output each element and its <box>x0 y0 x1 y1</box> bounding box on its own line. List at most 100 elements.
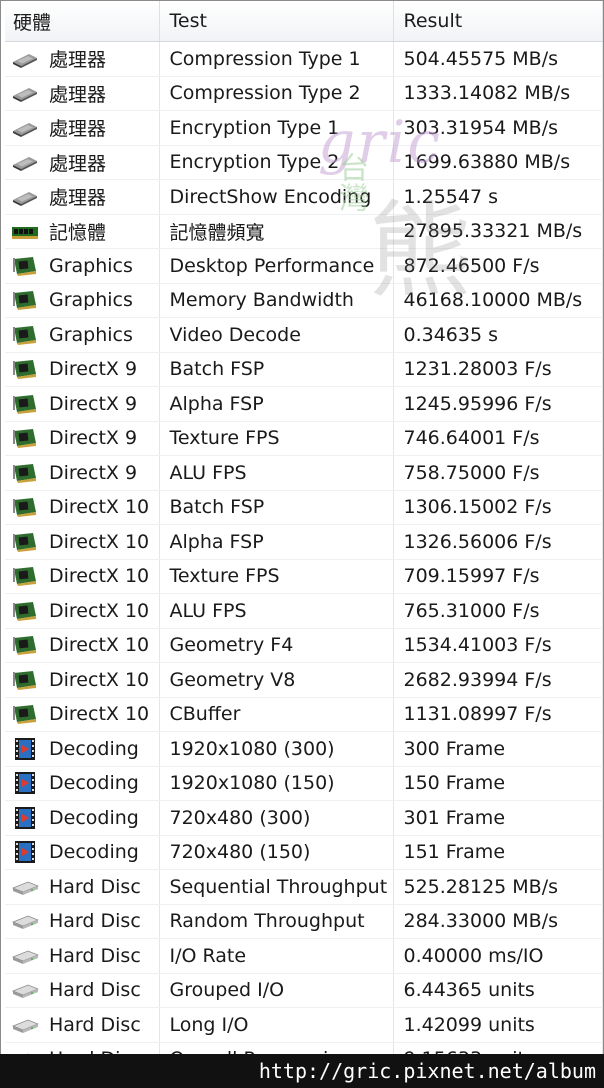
table-row[interactable]: Hard Disc Random Throughput 284.33000 MB/s <box>5 904 603 939</box>
table-row[interactable]: DirectX 10 Geometry F4 1534.41003 F/s <box>5 628 603 663</box>
hardware-label: Decoding <box>49 772 139 795</box>
hardware-cell: DirectX 9 <box>5 421 160 456</box>
cpu-icon <box>11 116 39 140</box>
column-header-result[interactable]: Result <box>393 1 603 42</box>
hardware-label: DirectX 10 <box>49 496 150 519</box>
hardware-label: Hard Disc <box>49 979 141 1002</box>
table-row[interactable]: 處理器 Encryption Type 2 1699.63880 MB/s <box>5 145 603 180</box>
result-cell: 1306.15002 F/s <box>393 490 603 525</box>
table-row[interactable]: DirectX 10 Alpha FSP 1326.56006 F/s <box>5 524 603 560</box>
video-film-icon <box>11 737 39 761</box>
video-film-icon <box>11 771 39 795</box>
table-row[interactable]: Decoding 1920x1080 (150) 150 Frame <box>5 766 603 801</box>
table-row[interactable]: Decoding 720x480 (150) 151 Frame <box>5 835 603 870</box>
result-cell: 301 Frame <box>393 800 603 836</box>
test-cell: DirectShow Encoding <box>159 179 394 215</box>
test-cell: 720x480 (150) <box>159 835 394 870</box>
header-row: 硬體 Test Result <box>5 1 603 42</box>
benchmark-results-window: 硬體 Test Result 處理器 Compression Type 1 504.… <box>0 0 604 1088</box>
hardware-cell: Graphics <box>5 317 160 353</box>
table-row[interactable]: DirectX 9 Alpha FSP 1245.95996 F/s <box>5 386 603 422</box>
table-row[interactable]: Graphics Desktop Performance 872.46500 F/s <box>5 248 603 284</box>
hardware-cell: 處理器 <box>5 110 160 146</box>
cpu-icon <box>11 47 39 71</box>
column-header-test[interactable]: Test <box>159 1 394 42</box>
table-row[interactable]: DirectX 9 Texture FPS 746.64001 F/s <box>5 421 603 456</box>
test-cell: ALU FPS <box>159 593 394 629</box>
hardware-label: Hard Disc <box>49 875 141 898</box>
table-row[interactable]: DirectX 10 ALU FPS 765.31000 F/s <box>5 593 603 629</box>
result-cell: 150 Frame <box>393 766 603 801</box>
hard-disk-icon <box>11 944 39 968</box>
table-row[interactable]: DirectX 9 ALU FPS 758.75000 F/s <box>5 455 603 491</box>
hardware-cell: DirectX 9 <box>5 386 160 422</box>
hardware-cell: 處理器 <box>5 76 160 111</box>
test-cell: 1920x1080 (300) <box>159 731 394 767</box>
table-row[interactable]: DirectX 10 CBuffer 1131.08997 F/s <box>5 697 603 732</box>
result-cell: 872.46500 F/s <box>393 248 603 284</box>
test-cell: Texture FPS <box>159 421 394 456</box>
table-row[interactable]: 處理器 Encryption Type 1 303.31954 MB/s <box>5 110 603 146</box>
result-cell: 2682.93994 F/s <box>393 662 603 698</box>
hardware-label: DirectX 10 <box>49 599 150 622</box>
table-row[interactable]: DirectX 10 Batch FSP 1306.15002 F/s <box>5 490 603 525</box>
column-header-hardware[interactable]: 硬體 <box>5 1 160 42</box>
result-cell: 709.15997 F/s <box>393 559 603 594</box>
result-cell: 1.25547 s <box>393 179 603 215</box>
table-row[interactable]: Hard Disc Long I/O 1.42099 units <box>5 1007 603 1043</box>
table-row[interactable]: Decoding 720x480 (300) 301 Frame <box>5 800 603 836</box>
graphics-card-icon <box>11 288 39 312</box>
result-cell: 151 Frame <box>393 835 603 870</box>
test-cell: Geometry F4 <box>159 628 394 663</box>
result-cell: 303.31954 MB/s <box>393 110 603 146</box>
result-cell: 6.44365 units <box>393 973 603 1008</box>
graphics-card-icon <box>11 461 39 485</box>
table-row[interactable]: Decoding 1920x1080 (300) 300 Frame <box>5 731 603 767</box>
hardware-label: Decoding <box>49 737 139 760</box>
table-row[interactable]: DirectX 10 Texture FPS 709.15997 F/s <box>5 559 603 594</box>
hardware-label: 處理器 <box>49 118 107 141</box>
graphics-card-icon <box>11 564 39 588</box>
result-cell: 284.33000 MB/s <box>393 904 603 939</box>
graphics-card-icon <box>11 668 39 692</box>
test-cell: Alpha FSP <box>159 386 394 422</box>
result-cell: 504.45575 MB/s <box>393 41 603 77</box>
test-cell: Alpha FSP <box>159 524 394 560</box>
table-row[interactable]: 記憶體 記憶體頻寬 27895.33321 MB/s <box>5 214 603 249</box>
table-row[interactable]: Hard Disc Grouped I/O 6.44365 units <box>5 973 603 1008</box>
hardware-label: Hard Disc <box>49 1013 141 1036</box>
test-cell: Random Throughput <box>159 904 394 939</box>
table-row[interactable]: DirectX 9 Batch FSP 1231.28003 F/s <box>5 352 603 387</box>
test-cell: Grouped I/O <box>159 973 394 1008</box>
hardware-cell: Decoding <box>5 766 160 801</box>
test-cell: 記憶體頻寬 <box>159 214 394 249</box>
hardware-cell: DirectX 10 <box>5 593 160 629</box>
table-row[interactable]: Hard Disc Sequential Throughput 525.28125 … <box>5 869 603 905</box>
hardware-label: Graphics <box>49 289 133 312</box>
hardware-label: 處理器 <box>49 83 107 106</box>
table-row[interactable]: Graphics Video Decode 0.34635 s <box>5 317 603 353</box>
hardware-label: DirectX 10 <box>49 668 150 691</box>
video-film-icon <box>11 840 39 864</box>
table-row[interactable]: 處理器 Compression Type 1 504.45575 MB/s <box>5 41 603 77</box>
result-cell: 300 Frame <box>393 731 603 767</box>
table-row[interactable]: 處理器 DirectShow Encoding 1.25547 s <box>5 179 603 215</box>
hard-disk-icon <box>11 909 39 933</box>
test-cell: Compression Type 2 <box>159 76 394 111</box>
table-row[interactable]: DirectX 10 Geometry V8 2682.93994 F/s <box>5 662 603 698</box>
hardware-label: Hard Disc <box>49 944 141 967</box>
hardware-cell: 處理器 <box>5 145 160 180</box>
graphics-card-icon <box>11 530 39 554</box>
hardware-label: Decoding <box>49 841 139 864</box>
hardware-label: DirectX 9 <box>49 427 138 450</box>
hardware-label: 處理器 <box>49 187 107 210</box>
table-row[interactable]: Hard Disc I/O Rate 0.40000 ms/IO <box>5 938 603 974</box>
footer-url-bar: http://gric.pixnet.net/album <box>0 1054 604 1088</box>
table-row[interactable]: 處理器 Compression Type 2 1333.14082 MB/s <box>5 76 603 111</box>
graphics-card-icon <box>11 633 39 657</box>
graphics-card-icon <box>11 702 39 726</box>
result-cell: 1534.41003 F/s <box>393 628 603 663</box>
table-row[interactable]: Graphics Memory Bandwidth 46168.10000 MB/s <box>5 283 603 318</box>
memory-icon <box>11 219 39 243</box>
footer-url: http://gric.pixnet.net/album <box>258 1059 596 1083</box>
